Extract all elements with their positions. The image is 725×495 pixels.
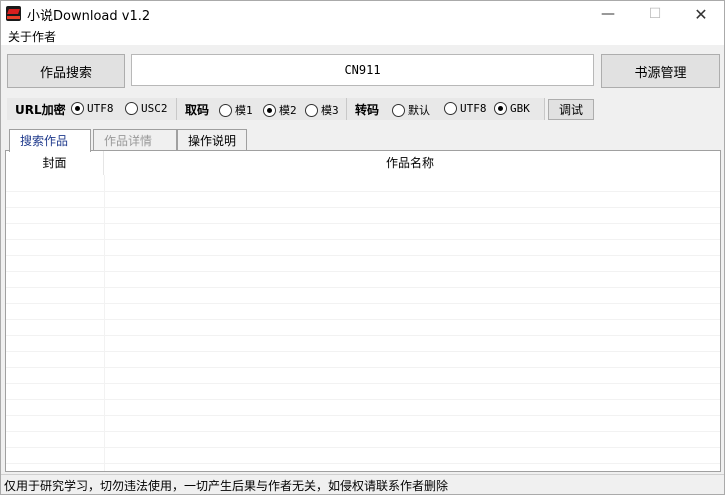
table-body[interactable] [6,175,720,471]
status-text: 仅用于研究学习，切勿违法使用，一切产生后果与作者无关，如侵权请联系作者删除 [4,479,449,493]
minimize-button[interactable]: — [585,1,631,27]
status-bar: 仅用于研究学习，切勿违法使用，一切产生后果与作者无关，如侵权请联系作者删除 [1,474,724,494]
results-table: 封面 作品名称 [5,150,721,472]
radio-icon [392,103,405,117]
table-row-divider [6,207,720,208]
radio-icon [125,102,138,115]
column-divider [104,175,105,471]
fetch-mode-group: 取码 模1 模2 模3 [177,98,347,120]
fetch-mode-label: 取码 [185,103,210,117]
table-row-divider [6,447,720,448]
table-row-divider [6,351,720,352]
table-row-divider [6,335,720,336]
column-header-cover[interactable]: 封面 [6,151,104,175]
table-row-divider [6,239,720,240]
tab-instructions[interactable]: 操作说明 [177,129,247,151]
radio-url-usc2[interactable]: USC2 [125,102,168,115]
menu-item-about[interactable]: 关于作者 [8,28,56,45]
radio-icon [494,102,507,115]
table-row-divider [6,271,720,272]
tab-work-details[interactable]: 作品详情 [93,129,177,151]
table-row-divider [6,367,720,368]
table-row-divider [6,319,720,320]
url-encode-group: URL加密 UTF8 USC2 [7,98,177,120]
radio-icon [444,102,457,115]
table-row-divider [6,463,720,464]
table-row-divider [6,415,720,416]
menu-bar: 关于作者 [1,27,724,45]
table-row-divider [6,223,720,224]
source-manage-button[interactable]: 书源管理 [601,54,720,88]
transcode-label: 转码 [355,103,380,117]
radio-fetch-mode-2[interactable]: 模2 [263,102,297,118]
options-row: URL加密 UTF8 USC2 取码 模1 模2 模3 转码 默认 UTF8 G… [7,98,547,120]
radio-icon [71,102,84,115]
tab-search-works[interactable]: 搜索作品 [9,129,91,152]
radio-icon [305,103,318,117]
app-icon [6,6,21,21]
debug-button[interactable]: 调试 [548,99,594,120]
radio-url-utf8[interactable]: UTF8 [71,102,114,115]
radio-icon [263,103,276,117]
radio-fetch-mode-3[interactable]: 模3 [305,102,339,118]
radio-icon [219,103,232,117]
search-button[interactable]: 作品搜索 [7,54,125,88]
radio-transcode-default[interactable]: 默认 [392,102,430,118]
tab-bar: 搜索作品 作品详情 操作说明 [5,129,721,152]
radio-fetch-mode-1[interactable]: 模1 [219,102,253,118]
table-row-divider [6,191,720,192]
url-encode-label: URL加密 [15,103,66,117]
table-header: 封面 作品名称 [6,151,720,175]
transcode-group: 转码 默认 UTF8 GBK [347,98,545,120]
search-input[interactable]: CN911 [131,54,594,86]
table-row-divider [6,287,720,288]
close-button[interactable]: ✕ [678,1,724,27]
column-header-title[interactable]: 作品名称 [104,151,716,175]
radio-transcode-utf8[interactable]: UTF8 [444,102,487,115]
window-title: 小说Download v1.2 [27,9,151,24]
table-row-divider [6,431,720,432]
title-bar[interactable]: 小说Download v1.2 — ☐ ✕ [1,1,724,27]
radio-transcode-gbk[interactable]: GBK [494,102,530,115]
table-row-divider [6,399,720,400]
table-row-divider [6,303,720,304]
table-row-divider [6,255,720,256]
main-window: 小说Download v1.2 — ☐ ✕ 关于作者 作品搜索 CN911 书源… [0,0,725,495]
table-row-divider [6,383,720,384]
maximize-button[interactable]: ☐ [632,1,678,27]
